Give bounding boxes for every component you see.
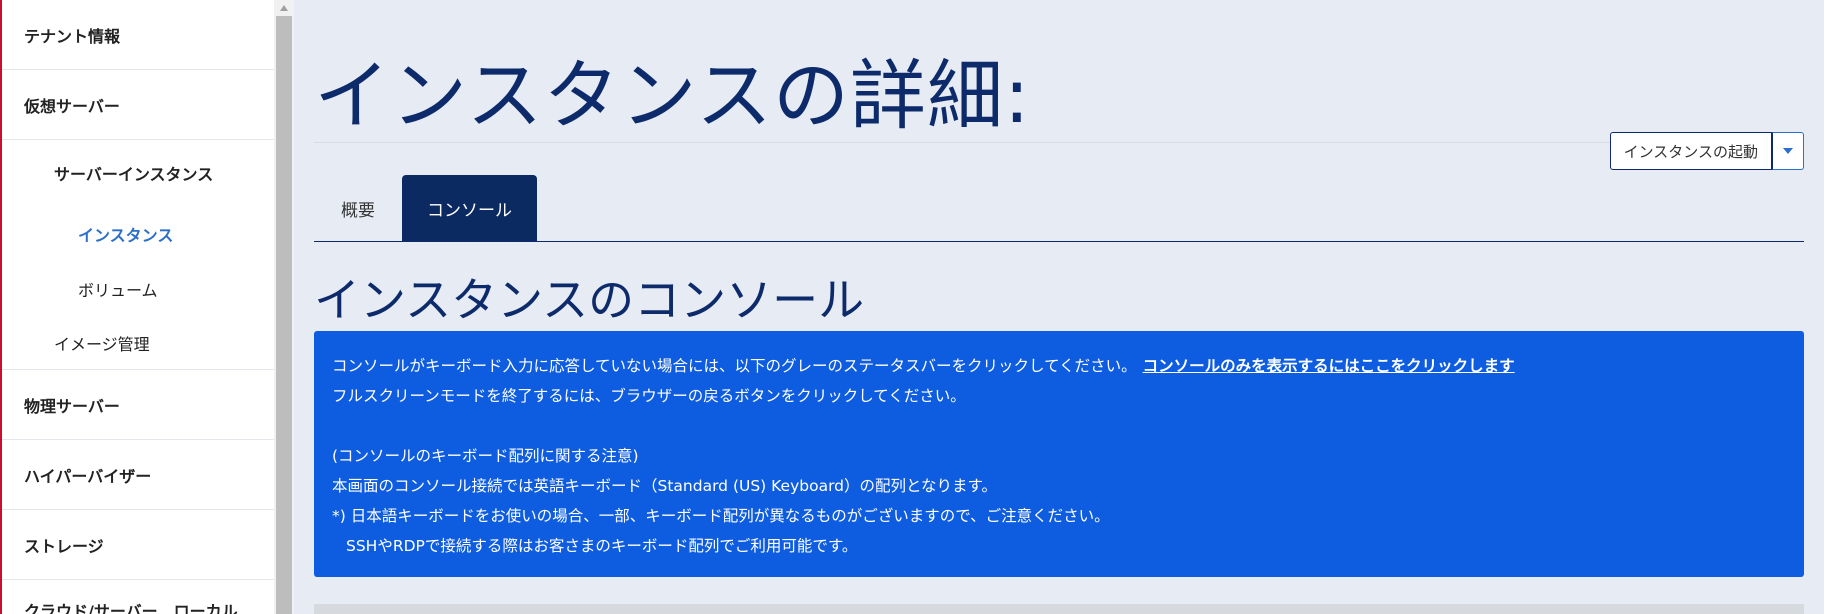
sidebar-scrollbar[interactable]: [274, 0, 294, 614]
sidebar-item-virtual-server[interactable]: 仮想サーバー: [2, 70, 274, 140]
tabs-underline: [314, 241, 1804, 242]
sidebar-item-label: 物理サーバー: [24, 396, 120, 416]
sidebar-item-label: ハイパーバイザー: [24, 466, 152, 486]
sidebar-item-label: クラウド/サーバー ローカル: [24, 602, 238, 614]
sidebar-item-label: テナント情報: [24, 26, 121, 46]
sidebar-item-image-management[interactable]: イメージ管理: [2, 316, 274, 370]
sidebar-item-label: ボリューム: [78, 280, 158, 300]
sidebar-item-label: イメージ管理: [54, 334, 150, 354]
launch-instance-split-button: インスタンスの起動: [1609, 132, 1804, 170]
main-content: インスタンスの詳細: インスタンスの起動 概要 コンソール インスタンスのコンソ…: [294, 0, 1824, 614]
caret-down-icon: [1783, 148, 1793, 154]
sidebar-item-label: 仮想サーバー: [24, 96, 120, 116]
console-status-bar[interactable]: [314, 604, 1804, 614]
launch-instance-button[interactable]: インスタンスの起動: [1609, 132, 1772, 170]
sidebar-item-storage[interactable]: ストレージ: [2, 510, 274, 580]
sidebar-item-label: インスタンス: [78, 225, 174, 245]
sidebar-item-server-instance[interactable]: サーバーインスタンス: [2, 140, 274, 206]
info-line: フルスクリーンモードを終了するには、ブラウザーの戻るボタンをクリックしてください…: [332, 387, 966, 405]
tab-overview[interactable]: 概要: [314, 175, 402, 242]
sidebar-item-cloud-server-local[interactable]: クラウド/サーバー ローカル: [2, 580, 274, 614]
info-line: *) 日本語キーボードをお使いの場合、一部、キーボード配列が異なるものがございま…: [332, 507, 1110, 525]
info-line: 本画面のコンソール接続では英語キーボード（Standard (US) Keybo…: [332, 477, 997, 495]
scroll-thumb[interactable]: [276, 16, 292, 614]
sidebar-item-hypervisor[interactable]: ハイパーバイザー: [2, 440, 274, 510]
page-title: インスタンスの詳細:: [314, 51, 1031, 140]
sidebar-item-instance[interactable]: インスタンス: [2, 206, 274, 261]
sidebar-item-label: サーバーインスタンス: [54, 165, 214, 184]
console-info-box: コンソールがキーボード入力に応答していない場合には、以下のグレーのステータスバー…: [314, 331, 1804, 577]
sidebar-item-physical-server[interactable]: 物理サーバー: [2, 370, 274, 440]
tab-console[interactable]: コンソール: [402, 175, 537, 242]
scroll-up-arrow-icon[interactable]: [274, 0, 294, 16]
sidebar-item-tenant-info[interactable]: テナント情報: [2, 0, 274, 70]
sidebar-item-label: ストレージ: [24, 536, 104, 556]
section-title: インスタンスのコンソール: [314, 273, 865, 327]
title-divider: [314, 142, 1804, 143]
info-line: コンソールがキーボード入力に応答していない場合には、以下のグレーのステータスバー…: [332, 357, 1515, 375]
launch-instance-dropdown-toggle[interactable]: [1772, 132, 1804, 170]
console-only-link[interactable]: コンソールのみを表示するにはここをクリックします: [1143, 357, 1515, 375]
sidebar-item-volume[interactable]: ボリューム: [2, 261, 274, 316]
info-line: (コンソールのキーボード配列に関する注意): [332, 447, 639, 465]
info-line: SSHやRDPで接続する際はお客さまのキーボード配列でご利用可能です。: [346, 537, 858, 555]
tab-bar: 概要 コンソール: [314, 175, 537, 242]
sidebar: テナント情報 仮想サーバー サーバーインスタンス インスタンス ボリューム イメ…: [0, 0, 274, 614]
